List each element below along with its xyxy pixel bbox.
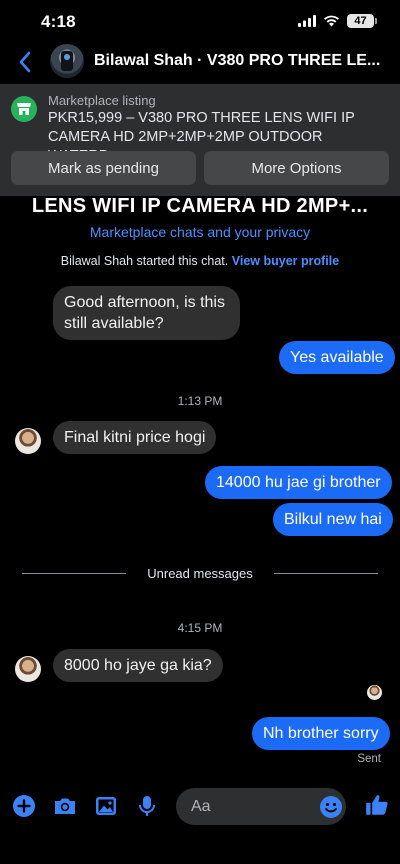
camera-icon[interactable] xyxy=(53,794,77,818)
timestamp: 1:13 PM xyxy=(177,394,223,408)
emoji-icon[interactable] xyxy=(319,795,343,819)
message-outgoing[interactable]: Nh brother sorry xyxy=(252,717,390,750)
message-incoming[interactable]: Good afternoon, is this still available? xyxy=(53,286,240,340)
mark-pending-button[interactable]: Mark as pending xyxy=(11,151,196,185)
battery-level: 47 xyxy=(354,15,367,27)
timestamp: 4:15 PM xyxy=(177,621,223,635)
sender-avatar[interactable] xyxy=(15,656,41,682)
chat-header: Bilawal Shah · V380 PRO THREE LE... xyxy=(0,40,400,84)
view-buyer-profile-link[interactable]: View buyer profile xyxy=(232,254,339,268)
more-options-button[interactable]: More Options xyxy=(204,151,389,185)
signal-icon xyxy=(298,15,316,27)
message-incoming[interactable]: 8000 ho jaye ga kia? xyxy=(53,649,223,682)
wifi-icon xyxy=(324,15,339,27)
message-outgoing[interactable]: 14000 hu jae gi brother xyxy=(205,466,392,499)
marketplace-icon xyxy=(11,96,37,122)
listing-label: Marketplace listing xyxy=(48,93,156,108)
sent-status: Sent xyxy=(357,753,381,765)
message-outgoing[interactable]: Yes available xyxy=(279,341,395,374)
seen-indicator-avatar xyxy=(367,685,382,700)
message-incoming[interactable]: Final kitni price hogi xyxy=(53,421,217,454)
image-icon[interactable] xyxy=(94,794,118,818)
mic-icon[interactable] xyxy=(135,794,159,818)
started-text: Bilawal Shah started this chat. xyxy=(60,254,229,268)
listing-avatar[interactable] xyxy=(50,44,84,78)
header-title[interactable]: Bilawal Shah · V380 PRO THREE LE... xyxy=(94,52,384,70)
battery-icon: 47 xyxy=(347,14,377,28)
unread-divider-right xyxy=(274,573,378,574)
message-outgoing[interactable]: Bilkul new hai xyxy=(273,503,393,536)
status-bar: 4:18 47 xyxy=(0,0,400,44)
listing-title-partial: LENS WIFI IP CAMERA HD 2MP+... xyxy=(31,195,369,217)
sender-avatar[interactable] xyxy=(15,428,41,454)
composer-bar xyxy=(0,784,400,828)
like-icon[interactable] xyxy=(364,792,390,818)
status-time: 4:18 xyxy=(41,12,76,31)
plus-icon[interactable] xyxy=(12,794,36,818)
back-icon[interactable] xyxy=(16,50,36,74)
privacy-link[interactable]: Marketplace chats and your privacy xyxy=(0,224,400,240)
chat-started-notice: Bilawal Shah started this chat. View buy… xyxy=(0,254,400,268)
status-icons: 47 xyxy=(298,14,377,28)
